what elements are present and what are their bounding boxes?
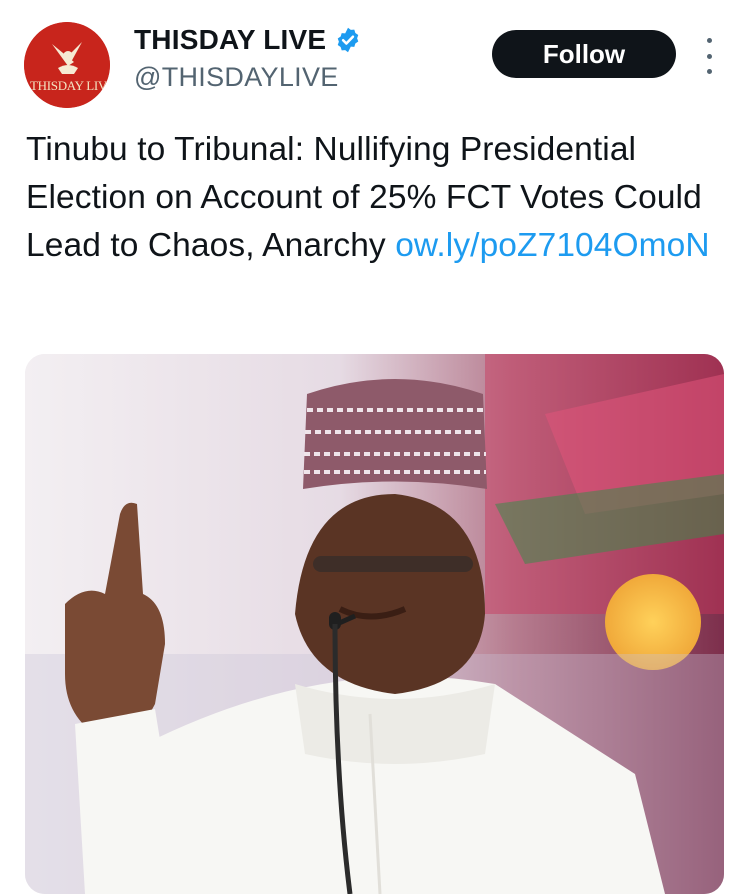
more-dot <box>706 53 712 59</box>
tweet-photo[interactable] <box>25 354 724 894</box>
follow-button[interactable]: Follow <box>492 30 676 78</box>
account-name[interactable]: THISDAY LIVE <box>134 24 326 56</box>
avatar[interactable]: THISDAY LIVE <box>24 22 110 108</box>
account-name-row: THISDAY LIVE <box>134 24 362 56</box>
photo-illustration <box>25 354 724 894</box>
more-dot <box>706 38 712 43</box>
more-vertical-icon[interactable] <box>700 38 718 74</box>
more-dot <box>706 69 712 74</box>
account-handle[interactable]: @THISDAYLIVE <box>134 62 339 93</box>
verified-badge-icon <box>337 27 359 53</box>
tweet-text: Tinubu to Tribunal: Nullifying President… <box>26 126 726 270</box>
tweet-link[interactable]: ow.ly/poZ7104OmoN <box>395 227 710 264</box>
avatar-logo-text: THISDAY LIVE <box>30 78 110 93</box>
logo-bird-icon <box>24 22 110 108</box>
